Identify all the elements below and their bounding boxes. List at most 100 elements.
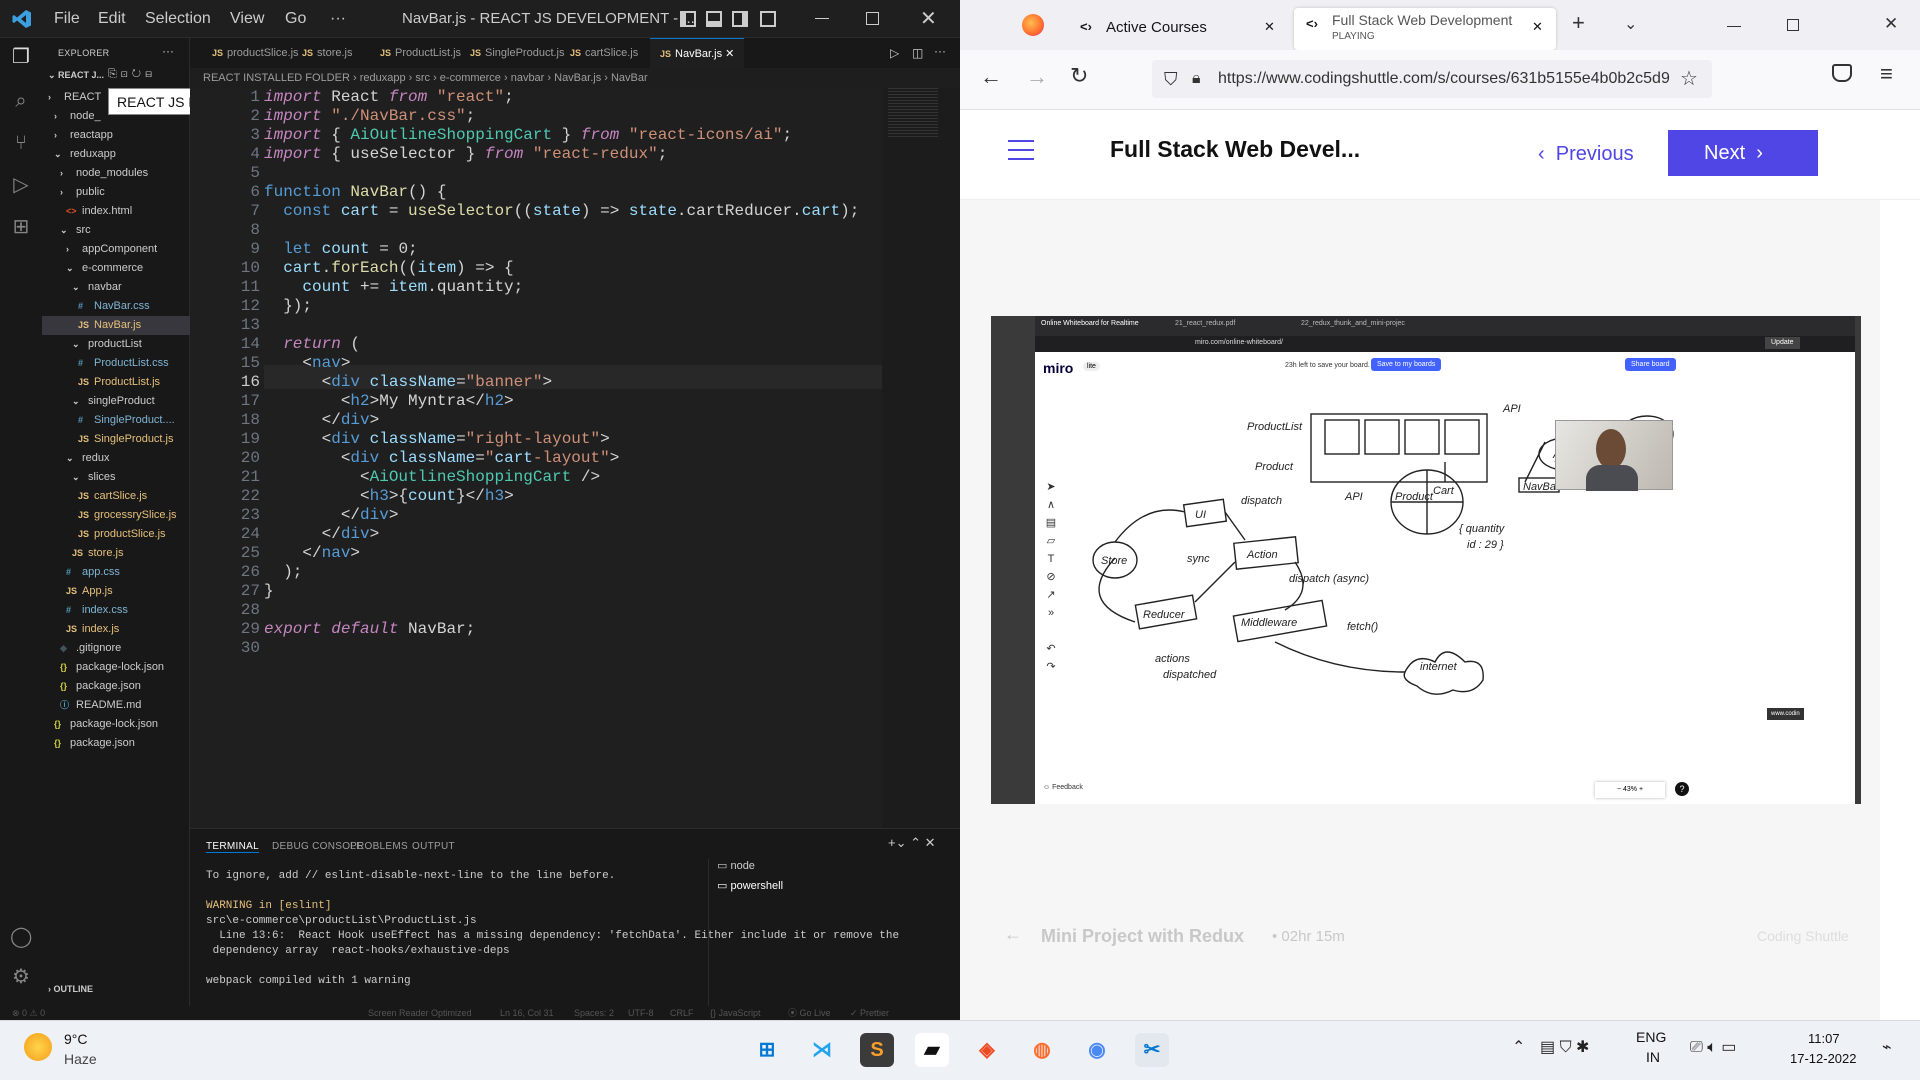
tree-item[interactable]: ⌄ navbar — [42, 278, 190, 297]
tab-close-icon[interactable]: ✕ — [1264, 19, 1275, 35]
menu-more[interactable]: ··· — [330, 0, 346, 38]
weather-icon[interactable] — [24, 1033, 52, 1061]
tree-item[interactable]: ⌄ reduxapp — [42, 145, 190, 164]
notification-icon[interactable]: ⌁ — [1882, 1037, 1892, 1057]
minimize-icon[interactable] — [1727, 26, 1741, 27]
panel-tab[interactable]: OUTPUT — [412, 841, 455, 852]
maximize-icon[interactable] — [1787, 19, 1799, 31]
tree-item[interactable]: # SingleProduct.... — [42, 411, 190, 430]
breadcrumb-item[interactable]: e-commerce — [440, 72, 501, 84]
status-position[interactable]: Ln 16, Col 31 — [500, 1006, 554, 1020]
status-problems[interactable]: ⊗ 0 ⚠ 0 — [12, 1006, 45, 1020]
tree-item[interactable]: {} package.json — [42, 734, 190, 753]
tree-item[interactable]: {} package-lock.json — [42, 658, 190, 677]
snipping-tool-icon[interactable]: ✂ — [1135, 1033, 1169, 1067]
brave-browser-icon[interactable]: ◈ — [970, 1033, 1004, 1067]
app-menu-icon[interactable]: ≡ — [1880, 61, 1893, 87]
status-spaces[interactable]: Spaces: 2 — [574, 1006, 614, 1020]
network-volume-battery-icons[interactable]: ⎚ 🔈︎ ▭ — [1690, 1037, 1736, 1057]
close-icon[interactable]: ✕ — [920, 6, 937, 31]
editor-tab[interactable]: JS store.js — [292, 38, 362, 68]
tree-item[interactable]: › reactapp — [42, 126, 190, 145]
editor-tab[interactable]: JS cartSlice.js — [560, 38, 648, 68]
tree-item[interactable]: JS grocessrySlice.js — [42, 506, 190, 525]
tree-item[interactable]: # app.css — [42, 563, 190, 582]
weather-desc[interactable]: Haze — [64, 1051, 97, 1067]
breadcrumb-item[interactable]: src — [415, 72, 430, 84]
tree-item[interactable]: JS store.js — [42, 544, 190, 563]
footer-prev-lesson[interactable]: Mini Project with Redux — [1041, 926, 1244, 947]
firefox-icon[interactable] — [1022, 14, 1044, 36]
root-folder-header[interactable]: ⌄ REACT J... — [48, 70, 104, 81]
tree-item[interactable]: ⌄ slices — [42, 468, 190, 487]
tree-item[interactable]: # NavBar.css — [42, 297, 190, 316]
tray-icons[interactable]: ▤ ⛉ ✱ — [1540, 1037, 1589, 1057]
chrome-icon[interactable]: ◉ — [1080, 1033, 1114, 1067]
previous-button[interactable]: ‹ Previous — [1538, 132, 1634, 176]
editor-tab[interactable]: JS SingleProduct.js — [460, 38, 575, 68]
breadcrumb-item[interactable]: reduxapp — [360, 72, 406, 84]
status-language[interactable]: {} JavaScript — [710, 1006, 761, 1020]
tree-item[interactable]: ⓘ README.md — [42, 696, 190, 715]
menu-file[interactable]: File — [54, 0, 80, 38]
breadcrumb-item[interactable]: NavBar — [611, 72, 648, 84]
sublime-text-icon[interactable]: S — [860, 1033, 894, 1067]
breadcrumb-item[interactable]: REACT INSTALLED FOLDER — [203, 72, 350, 84]
breadcrumb-item[interactable]: NavBar.js — [554, 72, 601, 84]
status-eol[interactable]: CRLF — [670, 1006, 694, 1020]
editor-tab[interactable]: JS ProductList.js — [370, 38, 471, 68]
explorer-actions[interactable]: ⎘⊡↻⊟ — [108, 68, 168, 82]
new-tab-icon[interactable]: + — [1572, 10, 1585, 36]
panel-actions[interactable]: +⌄ ⌃ ✕ — [888, 835, 936, 851]
close-icon[interactable]: ✕ — [1884, 14, 1898, 34]
toggle-panel-icon[interactable] — [706, 11, 722, 27]
tab-close-icon[interactable]: ✕ — [1532, 19, 1543, 35]
tree-item[interactable]: ⌄ src — [42, 221, 190, 240]
panel-tab[interactable]: TERMINAL — [206, 841, 259, 853]
language-primary[interactable]: ENG — [1636, 1029, 1666, 1045]
status-encoding[interactable]: UTF-8 — [628, 1006, 654, 1020]
tree-item[interactable]: {} package.json — [42, 677, 190, 696]
customize-layout-icon[interactable] — [760, 11, 776, 27]
url-bar[interactable]: ⛉ 🔒︎ https://www.codingshuttle.com/s/cou… — [1152, 60, 1712, 98]
search-icon[interactable]: ⌕ — [10, 90, 32, 112]
maximize-icon[interactable] — [866, 12, 879, 25]
tree-item[interactable]: ⌄ e-commerce — [42, 259, 190, 278]
tree-item[interactable]: ⌄ productList — [42, 335, 190, 354]
menu-edit[interactable]: Edit — [98, 0, 126, 38]
vscode-taskbar-icon[interactable]: ⋊ — [805, 1033, 839, 1067]
show-hidden-icons[interactable]: ⌃ — [1512, 1037, 1525, 1057]
outline-section[interactable]: › OUTLINE — [48, 984, 93, 994]
tree-item[interactable]: › appComponent — [42, 240, 190, 259]
tree-item[interactable]: ⌄ redux — [42, 449, 190, 468]
tree-item[interactable]: JS App.js — [42, 582, 190, 601]
windows-start-icon[interactable]: ⊞ — [750, 1033, 784, 1067]
tree-item[interactable]: JS cartSlice.js — [42, 487, 190, 506]
firefox-taskbar-icon[interactable]: ◍ — [1025, 1033, 1059, 1067]
menu-selection[interactable]: Selection — [145, 0, 211, 38]
language-secondary[interactable]: IN — [1646, 1049, 1660, 1065]
status-prettier[interactable]: ✓ Prettier — [850, 1006, 889, 1020]
clock-date[interactable]: 17-12-2022 — [1790, 1051, 1857, 1066]
panel-tab[interactable]: PROBLEMS — [350, 841, 408, 852]
minimize-icon[interactable] — [815, 18, 829, 19]
weather-temp[interactable]: 9°C — [64, 1031, 88, 1047]
tree-item[interactable]: JS productSlice.js — [42, 525, 190, 544]
explorer-icon[interactable]: ❐ — [10, 46, 32, 68]
clock-time[interactable]: 11:07 — [1808, 1031, 1840, 1046]
run-icon[interactable]: ▷ — [890, 46, 899, 60]
terminal-powershell[interactable]: ▭ powershell — [717, 879, 783, 892]
menu-view[interactable]: View — [230, 0, 264, 38]
tree-item[interactable]: JS NavBar.js — [42, 316, 190, 335]
reload-icon[interactable]: ↻ — [1070, 63, 1088, 89]
tree-item[interactable]: JS index.js — [42, 620, 190, 639]
tree-item[interactable]: # index.css — [42, 601, 190, 620]
url-text[interactable]: https://www.codingshuttle.com/s/courses/… — [1218, 60, 1670, 98]
toggle-sidebar-icon[interactable] — [680, 11, 696, 27]
hamburger-icon[interactable] — [1008, 140, 1034, 160]
code-editor[interactable]: 1 import React from "react"; 2 import "./Na… — [190, 88, 960, 828]
tab-active-courses[interactable]: <› Active Courses ✕ — [1068, 8, 1284, 50]
video-player[interactable]: Online Whiteboard for Realtime 21_react_… — [991, 316, 1861, 804]
next-button[interactable]: Next › — [1668, 130, 1818, 176]
split-editor-icon[interactable]: ◫ — [912, 46, 923, 60]
